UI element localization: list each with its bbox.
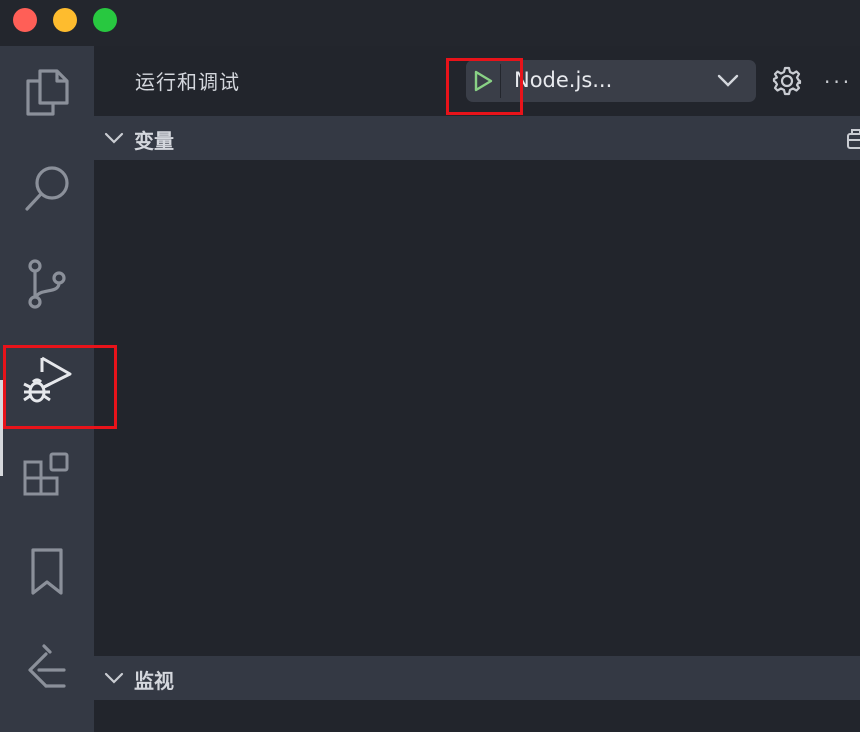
watch-section-header[interactable]: 监视 bbox=[94, 656, 860, 700]
source-control-icon bbox=[28, 259, 66, 309]
extensions-icon bbox=[23, 452, 69, 496]
bookmark-icon bbox=[31, 548, 63, 595]
activity-extensions[interactable] bbox=[0, 430, 94, 522]
close-window-button[interactable] bbox=[13, 8, 37, 32]
launch-config-label[interactable]: Node.js... bbox=[514, 68, 612, 92]
chevron-down-icon[interactable] bbox=[104, 670, 124, 686]
minimize-window-button[interactable] bbox=[53, 8, 77, 32]
search-icon bbox=[25, 166, 69, 211]
variables-section-header[interactable]: 变量 bbox=[94, 116, 860, 160]
gear-icon[interactable] bbox=[772, 66, 802, 96]
sidebar-title: 运行和调试 bbox=[135, 70, 240, 94]
chevron-down-icon[interactable] bbox=[716, 71, 740, 91]
highlight-run-debug-activity bbox=[3, 345, 117, 429]
title-bar bbox=[0, 0, 860, 46]
watch-panel bbox=[94, 700, 860, 732]
files-icon bbox=[26, 69, 69, 116]
activity-gitlens[interactable] bbox=[0, 622, 94, 714]
highlight-start-debugging bbox=[446, 58, 523, 115]
watch-section-title: 监视 bbox=[134, 669, 174, 693]
gitlens-icon bbox=[28, 644, 66, 688]
variables-panel bbox=[94, 160, 860, 656]
activity-bookmarks[interactable] bbox=[0, 526, 94, 618]
activity-search[interactable] bbox=[0, 142, 94, 234]
activity-source-control[interactable] bbox=[0, 238, 94, 330]
variables-section-title: 变量 bbox=[134, 129, 174, 153]
activity-explorer[interactable] bbox=[0, 46, 94, 138]
chevron-down-icon[interactable] bbox=[104, 130, 124, 146]
run-debug-sidebar: 运行和调试 Node.js... ··· 变量 监视 bbox=[94, 46, 860, 732]
maximize-window-button[interactable] bbox=[93, 8, 117, 32]
collapse-all-icon[interactable] bbox=[846, 128, 860, 150]
more-actions-button[interactable]: ··· bbox=[824, 70, 852, 94]
